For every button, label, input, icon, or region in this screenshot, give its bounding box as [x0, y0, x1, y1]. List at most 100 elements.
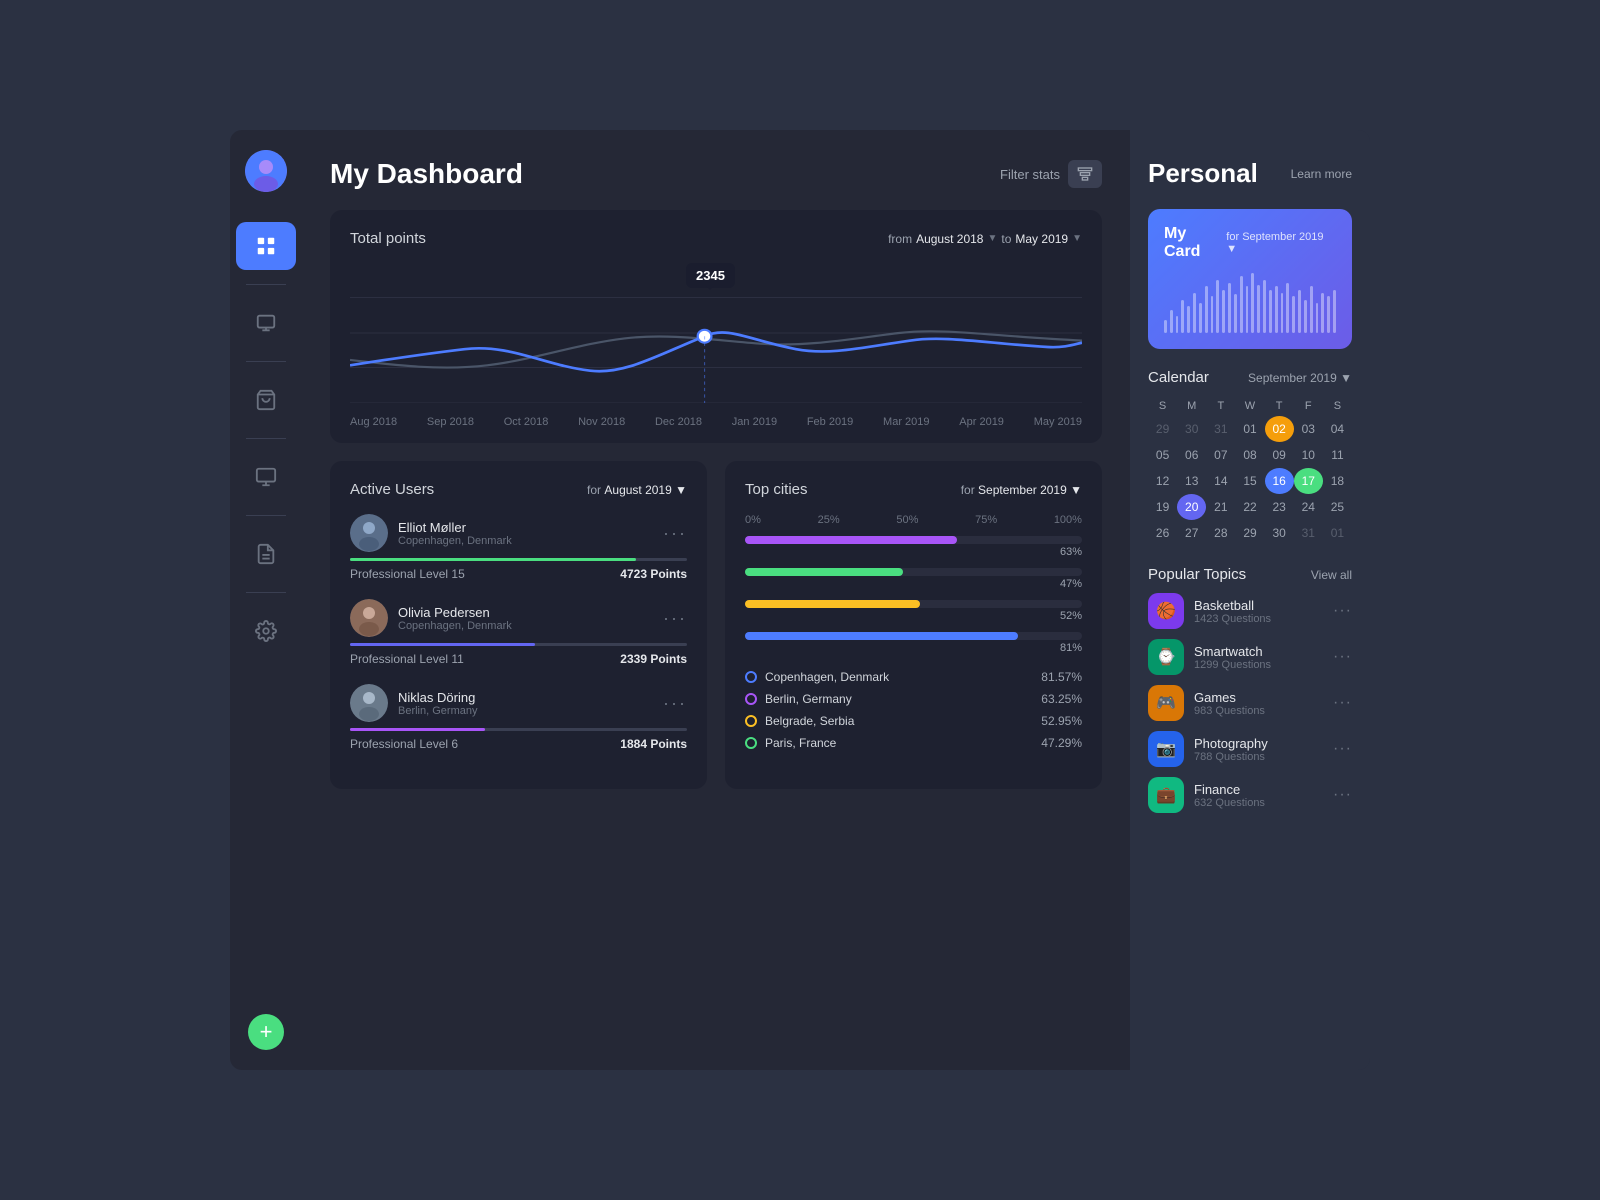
- topic-dots-1[interactable]: ···: [1333, 648, 1352, 666]
- cal-day-3-3[interactable]: 22: [1235, 494, 1264, 520]
- cal-day-3-5[interactable]: 24: [1294, 494, 1323, 520]
- cal-day-2-2[interactable]: 14: [1206, 468, 1235, 494]
- user-bar-bg-0: [350, 558, 687, 561]
- sidebar-item-dashboard[interactable]: [236, 222, 296, 270]
- user-name-1: Olivia Pedersen: [398, 605, 512, 620]
- user-dots-2[interactable]: ···: [663, 693, 687, 714]
- cal-day-4-2[interactable]: 28: [1206, 520, 1235, 546]
- my-card-bar-4: [1187, 306, 1190, 333]
- user-location-1: Copenhagen, Denmark: [398, 620, 512, 632]
- sidebar-item-shopping[interactable]: [236, 376, 296, 424]
- cal-day-0-2[interactable]: 31: [1206, 416, 1235, 442]
- cal-day-0-0[interactable]: 29: [1148, 416, 1177, 442]
- chart-label-7: Mar 2019: [883, 416, 929, 428]
- my-card-bar-2: [1176, 316, 1179, 333]
- topic-questions-2: 983 Questions: [1194, 705, 1323, 717]
- cal-day-1-1[interactable]: 06: [1177, 442, 1206, 468]
- user-bar-bg-1: [350, 643, 687, 646]
- user-item-0: Elliot Møller Copenhagen, Denmark ··· Pr…: [350, 514, 687, 581]
- cal-day-2-6[interactable]: 18: [1323, 468, 1352, 494]
- topic-info-2: Games 983 Questions: [1194, 690, 1323, 717]
- nav-divider-3: [246, 438, 286, 439]
- my-card-month[interactable]: for September 2019 ▼: [1226, 231, 1336, 255]
- to-date[interactable]: May 2019: [1015, 232, 1068, 246]
- cal-day-2-0[interactable]: 12: [1148, 468, 1177, 494]
- calendar-title: Calendar: [1148, 369, 1209, 386]
- my-card-widget: My Card for September 2019 ▼: [1148, 209, 1352, 349]
- topic-icon-4: 💼: [1148, 777, 1184, 813]
- cal-header-s: S: [1148, 396, 1177, 416]
- filter-icon: [1068, 160, 1102, 188]
- sidebar-item-monitor[interactable]: [236, 453, 296, 501]
- cal-day-0-4[interactable]: 02: [1265, 416, 1294, 442]
- cal-day-3-6[interactable]: 25: [1323, 494, 1352, 520]
- cal-day-3-0[interactable]: 19: [1148, 494, 1177, 520]
- cities-bars: 63% 47% 52% 81%: [745, 536, 1082, 654]
- topic-questions-3: 788 Questions: [1194, 751, 1323, 763]
- total-points-title: Total points: [350, 230, 426, 247]
- cal-day-1-4[interactable]: 09: [1265, 442, 1294, 468]
- topic-dots-0[interactable]: ···: [1333, 602, 1352, 620]
- user-dots-1[interactable]: ···: [663, 608, 687, 629]
- sidebar-item-document[interactable]: [236, 530, 296, 578]
- add-button[interactable]: +: [248, 1014, 284, 1050]
- from-date[interactable]: August 2018: [916, 232, 983, 246]
- view-all-link[interactable]: View all: [1311, 568, 1352, 582]
- active-users-for[interactable]: for August 2019 ▼: [587, 483, 687, 497]
- topics-header: Popular Topics View all: [1148, 566, 1352, 583]
- topic-name-0: Basketball: [1194, 598, 1323, 613]
- topic-icon-1: ⌚: [1148, 639, 1184, 675]
- cal-day-1-3[interactable]: 08: [1235, 442, 1264, 468]
- cal-day-3-4[interactable]: 23: [1265, 494, 1294, 520]
- cal-day-2-4[interactable]: 16: [1265, 468, 1294, 494]
- topic-name-2: Games: [1194, 690, 1323, 705]
- user-item-2: Niklas Döring Berlin, Germany ··· Profes…: [350, 684, 687, 751]
- page-title: My Dashboard: [330, 158, 523, 190]
- my-card-bars: [1164, 273, 1336, 333]
- to-label: to: [1001, 232, 1011, 246]
- cal-day-2-1[interactable]: 13: [1177, 468, 1206, 494]
- topic-icon-3: 📷: [1148, 731, 1184, 767]
- cal-day-0-5[interactable]: 03: [1294, 416, 1323, 442]
- cal-day-1-2[interactable]: 07: [1206, 442, 1235, 468]
- topic-dots-3[interactable]: ···: [1333, 740, 1352, 758]
- cal-day-4-5[interactable]: 31: [1294, 520, 1323, 546]
- cal-day-4-4[interactable]: 30: [1265, 520, 1294, 546]
- cal-day-4-0[interactable]: 26: [1148, 520, 1177, 546]
- user-bar-fill-1: [350, 643, 535, 646]
- cal-day-1-0[interactable]: 05: [1148, 442, 1177, 468]
- cal-day-3-2[interactable]: 21: [1206, 494, 1235, 520]
- my-card-bar-20: [1281, 293, 1284, 333]
- cal-day-1-5[interactable]: 10: [1294, 442, 1323, 468]
- main-area: My Dashboard Filter stats Total points f…: [302, 130, 1130, 1070]
- topic-dots-2[interactable]: ···: [1333, 694, 1352, 712]
- filter-stats-button[interactable]: Filter stats: [1000, 160, 1102, 188]
- cal-day-4-6[interactable]: 01: [1323, 520, 1352, 546]
- user-level-2: Professional Level 6: [350, 737, 458, 751]
- cal-day-0-1[interactable]: 30: [1177, 416, 1206, 442]
- topic-dots-4[interactable]: ···: [1333, 786, 1352, 804]
- sidebar-item-presentation[interactable]: [236, 299, 296, 347]
- calendar-month[interactable]: September 2019 ▼: [1248, 371, 1352, 385]
- city-list-item-0: Copenhagen, Denmark 81.57%: [745, 670, 1082, 684]
- top-cities-for[interactable]: for September 2019 ▼: [961, 483, 1082, 497]
- user-dots-0[interactable]: ···: [663, 523, 687, 544]
- cal-day-1-6[interactable]: 11: [1323, 442, 1352, 468]
- cal-day-2-5[interactable]: 17: [1294, 468, 1323, 494]
- cal-day-2-3[interactable]: 15: [1235, 468, 1264, 494]
- cal-day-4-1[interactable]: 27: [1177, 520, 1206, 546]
- cal-day-0-3[interactable]: 01: [1235, 416, 1264, 442]
- cal-day-3-1[interactable]: 20: [1177, 494, 1206, 520]
- sidebar-item-settings[interactable]: [236, 607, 296, 655]
- avatar[interactable]: [245, 150, 287, 192]
- top-cities-header: Top cities for September 2019 ▼: [745, 481, 1082, 498]
- cal-day-0-6[interactable]: 04: [1323, 416, 1352, 442]
- popular-topics: Popular Topics View all 🏀 Basketball 142…: [1148, 566, 1352, 823]
- cal-day-4-3[interactable]: 29: [1235, 520, 1264, 546]
- topic-item-4: 💼 Finance 632 Questions ···: [1148, 777, 1352, 813]
- my-card-bar-25: [1310, 286, 1313, 333]
- my-card-bar-28: [1327, 296, 1330, 333]
- sidebar-nav: [230, 222, 302, 655]
- cal-header-s2: S: [1323, 396, 1352, 416]
- learn-more-link[interactable]: Learn more: [1291, 167, 1352, 181]
